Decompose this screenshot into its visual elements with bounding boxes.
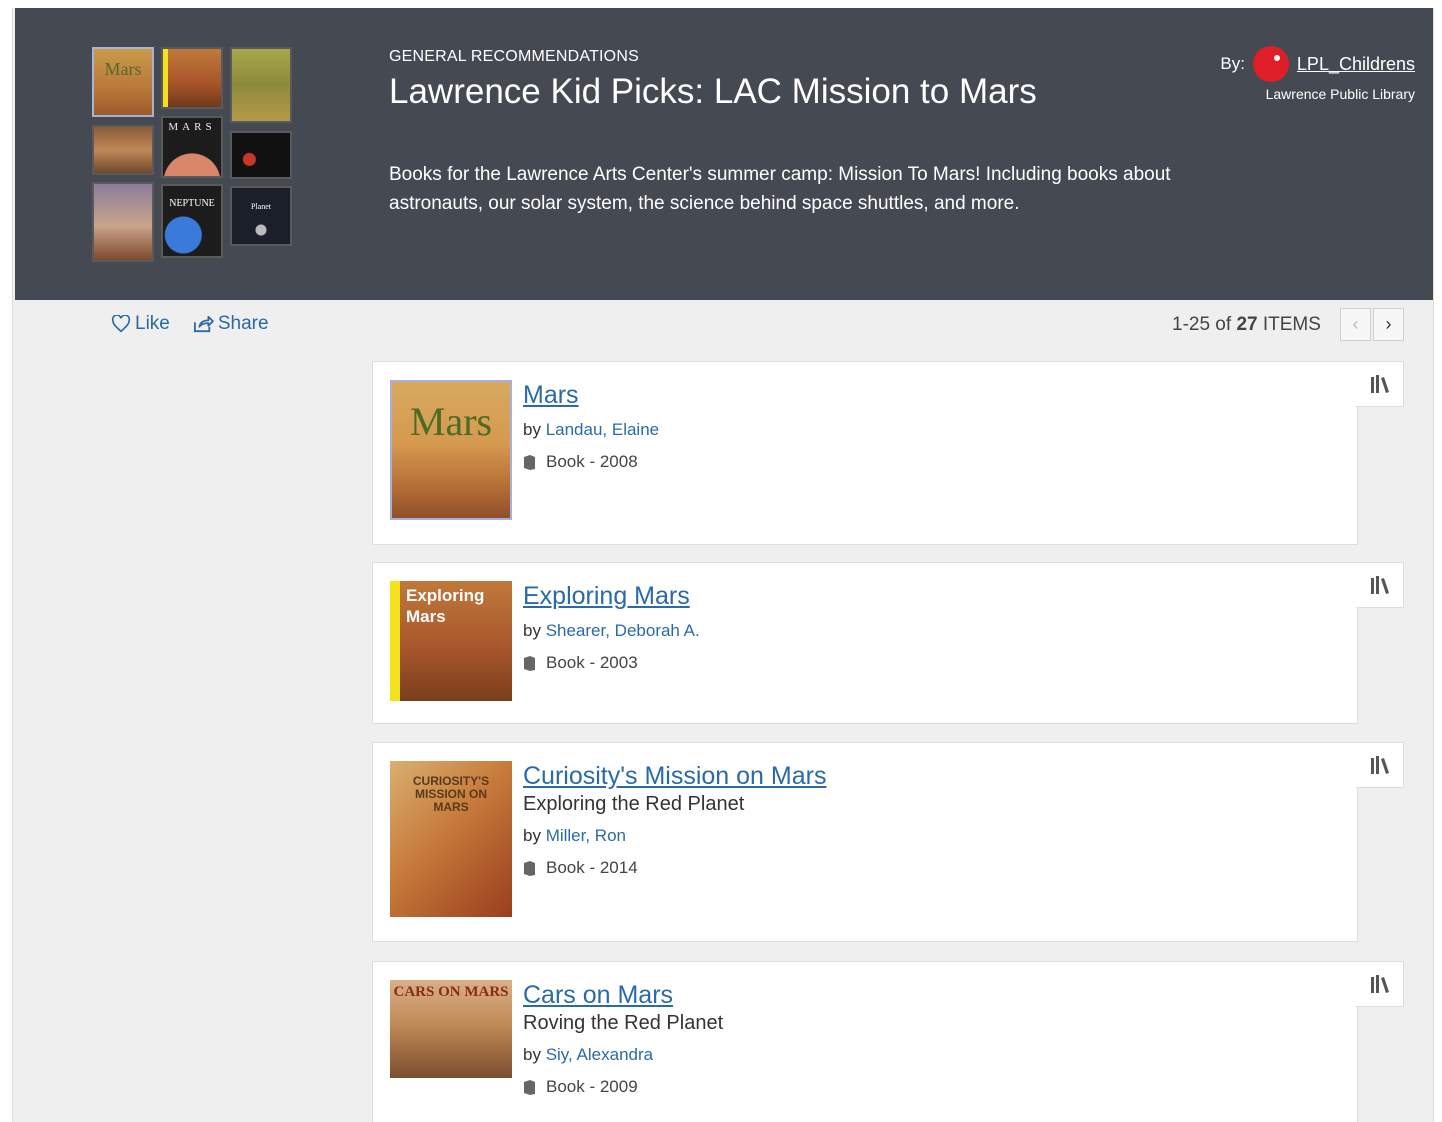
collage-cover-3 [230,47,292,123]
book-cover[interactable]: CARS ON MARS [390,980,512,1078]
item-info: Mars by Landau, Elaine Book - 2008 [523,380,659,472]
item-info: Exploring Mars by Shearer, Deborah A. Bo… [523,581,700,673]
format-text: Book - 2003 [546,653,638,672]
list-item: Mars Mars by Landau, Elaine Book - 2008 [372,361,1358,545]
item-info: Curiosity's Mission on Mars Exploring th… [523,761,826,878]
book-icon [524,454,535,470]
cover-title: CARS ON MARS [393,984,509,1000]
pagination-summary: 1-25 of 27 ITEMS [1172,314,1321,336]
item-title-link[interactable]: Exploring Mars [523,581,700,611]
collage-cover-5: MARS [161,116,223,178]
heart-icon [111,315,131,333]
by-label: By: [1220,54,1245,73]
book-icon [524,1079,535,1095]
list-item: CARS ON MARS Cars on Mars Roving the Red… [372,961,1358,1122]
next-page-button[interactable]: › [1373,308,1404,341]
author-link[interactable]: Shearer, Deborah A. [546,621,700,640]
collage-cover-1: Mars [92,47,154,117]
item-author: by Siy, Alexandra [523,1045,723,1065]
item-format: Book - 2008 [523,452,659,472]
item-info: Cars on Mars Roving the Red Planet by Si… [523,980,723,1097]
cover-title: Mars [409,399,493,444]
by-text: by [523,826,546,845]
by-text: by [523,621,546,640]
avatar[interactable] [1252,46,1289,82]
format-text: Book - 2009 [546,1077,638,1096]
shelf-button[interactable] [1356,742,1404,788]
cover-collage[interactable]: Mars MARS NEPTUNE Planet [91,46,295,264]
item-author: by Shearer, Deborah A. [523,621,700,641]
list-item: Exploring Mars Exploring Mars by Shearer… [372,562,1358,724]
author-link[interactable]: Siy, Alexandra [546,1045,653,1064]
item-format: Book - 2014 [523,858,826,878]
item-author: by Landau, Elaine [523,420,659,440]
shelf-button[interactable] [1356,961,1404,1007]
cover-stripe [390,581,400,701]
collage-cover-2 [161,47,223,109]
book-cover[interactable]: CURIOSITY'S MISSION ON MARS [390,761,512,917]
cover-title: Exploring Mars [406,586,485,626]
item-format: Book - 2009 [523,1077,723,1097]
owner-link[interactable]: LPL_Childrens [1297,54,1415,75]
shelf-icon [1370,576,1389,594]
shelf-icon [1370,756,1389,774]
shelf-button[interactable] [1356,562,1404,608]
item-subtitle: Exploring the Red Planet [523,793,745,815]
item-title-link[interactable]: Cars on Mars [523,980,723,1010]
format-text: Book - 2008 [546,452,638,471]
chevron-right-icon: › [1385,314,1392,334]
share-button[interactable]: Share [192,313,269,335]
page-title: Lawrence Kid Picks: LAC Mission to Mars [389,72,1037,111]
list-description: Books for the Lawrence Arts Center's sum… [389,164,1171,214]
shelf-icon [1370,975,1389,993]
author-link[interactable]: Miller, Ron [546,826,626,845]
collage-cover-8: NEPTUNE [161,184,223,258]
chevron-left-icon: ‹ [1352,314,1359,334]
list-owner: By: LPL_Childrens Lawrence Public Librar… [1220,46,1415,102]
item-subtitle: Roving the Red Planet [523,1012,724,1034]
shelf-button[interactable] [1356,361,1404,407]
share-icon [193,315,214,333]
owner-row: By: LPL_Childrens [1220,46,1415,82]
cover-title: CURIOSITY'S MISSION ON MARS [412,774,490,814]
format-text: Book - 2014 [546,858,638,877]
author-link[interactable]: Landau, Elaine [546,420,659,439]
collage-cover-7 [92,182,154,262]
book-cover[interactable]: Mars [390,380,512,520]
item-title-link[interactable]: Mars [523,380,659,410]
book-icon [524,860,535,876]
pagination-unit: ITEMS [1257,314,1321,335]
item-format: Book - 2003 [523,653,700,673]
prev-page-button[interactable]: ‹ [1340,308,1371,341]
pagination-total: 27 [1236,314,1258,335]
collage-cover-4 [92,125,154,175]
shelf-icon [1370,375,1389,393]
like-label: Like [135,313,170,334]
collage-cover-6 [230,131,292,179]
like-button[interactable]: Like [111,313,170,335]
book-icon [524,655,535,671]
owner-library: Lawrence Public Library [1265,86,1415,102]
social-actions: Like Share [111,313,269,335]
list-type-label: GENERAL RECOMMENDATIONS [389,48,639,65]
by-text: by [523,420,546,439]
pagination-range: 1-25 of [1172,314,1237,335]
share-label: Share [217,313,269,334]
list-item: CURIOSITY'S MISSION ON MARS Curiosity's … [372,742,1358,942]
collage-cover-9: Planet [230,186,292,246]
item-title-link[interactable]: Curiosity's Mission on Mars [523,761,826,791]
by-text: by [523,1045,546,1064]
book-cover[interactable]: Exploring Mars [390,581,512,701]
item-author: by Miller, Ron [523,826,826,846]
